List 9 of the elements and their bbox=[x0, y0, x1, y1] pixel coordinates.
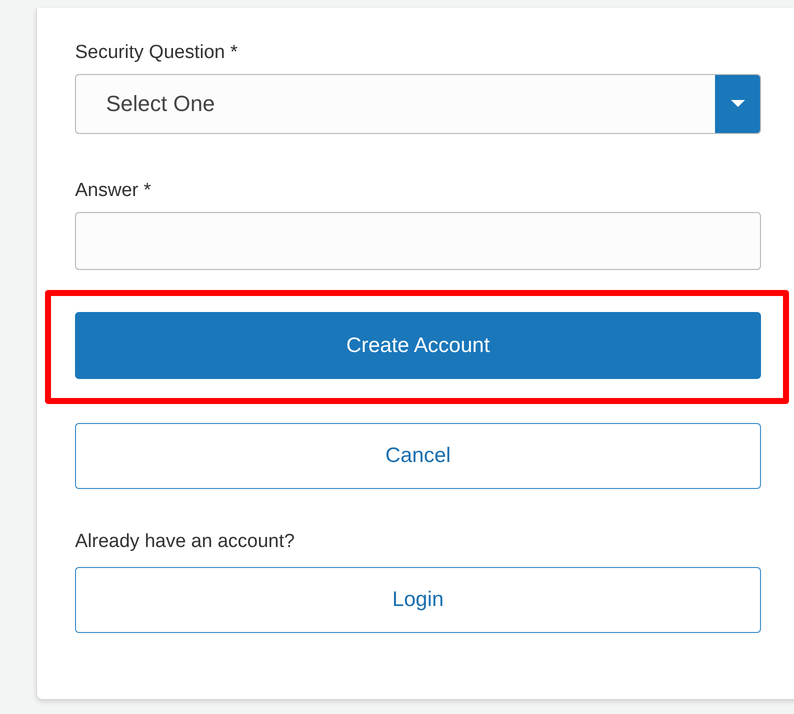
login-prompt: Already have an account? bbox=[75, 531, 296, 553]
caret-icon bbox=[730, 100, 744, 108]
create-account-button[interactable]: Create Account bbox=[75, 312, 761, 379]
answer-field[interactable] bbox=[75, 212, 761, 270]
field-label: Answer * bbox=[75, 180, 152, 202]
field-label: Security Question * bbox=[75, 42, 239, 64]
login-button[interactable]: Login bbox=[75, 567, 761, 633]
security-question-dropdown[interactable]: Select One bbox=[75, 74, 761, 134]
outline-button[interactable]: Cancel bbox=[75, 423, 761, 489]
